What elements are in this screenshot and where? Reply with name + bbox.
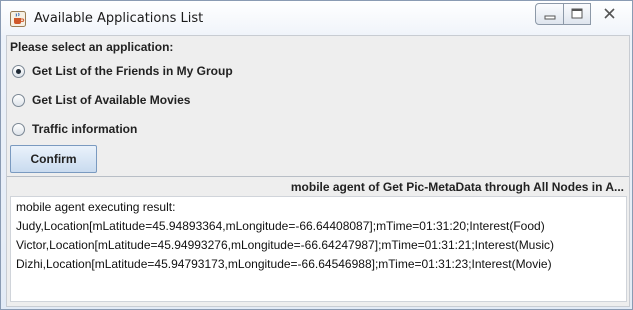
radio-button-icon[interactable] — [12, 122, 25, 136]
java-coffee-cup-icon — [10, 11, 26, 27]
divider — [7, 176, 629, 177]
result-line: Victor,Location[mLatitude=45.94993276,mL… — [16, 238, 555, 252]
close-button[interactable] — [591, 3, 628, 25]
radio-label: Traffic information — [32, 122, 138, 136]
radio-traffic-information[interactable]: Traffic information — [12, 119, 137, 139]
minimize-icon — [544, 15, 556, 20]
radio-label: Get List of Available Movies — [32, 93, 191, 107]
content-panel: Please select an application: Get List o… — [6, 35, 630, 307]
result-line: mobile agent executing result: — [16, 200, 176, 214]
radio-button-checked-icon[interactable] — [12, 64, 25, 78]
result-text-area[interactable]: mobile agent executing result: Judy,Loca… — [10, 196, 627, 302]
select-prompt: Please select an application: — [10, 40, 174, 54]
window-title: Available Applications List — [34, 11, 204, 26]
radio-available-movies[interactable]: Get List of Available Movies — [12, 90, 190, 110]
confirm-button[interactable]: Confirm — [10, 145, 97, 173]
maximize-button[interactable] — [564, 3, 591, 25]
radio-label: Get List of the Friends in My Group — [32, 64, 233, 78]
app-window: Available Applications List Please selec… — [0, 0, 633, 310]
title-bar[interactable]: Available Applications List — [1, 1, 632, 35]
result-panel-title: mobile agent of Get Pic-MetaData through… — [290, 180, 624, 194]
radio-friends-in-group[interactable]: Get List of the Friends in My Group — [12, 61, 233, 81]
result-line: Judy,Location[mLatitude=45.94893364,mLon… — [16, 219, 545, 233]
minimize-button[interactable] — [535, 3, 564, 25]
result-line: Dizhi,Location[mLatitude=45.94793173,mLo… — [16, 257, 552, 271]
close-icon — [604, 8, 615, 19]
maximize-icon — [571, 8, 583, 19]
radio-button-icon[interactable] — [12, 93, 25, 107]
